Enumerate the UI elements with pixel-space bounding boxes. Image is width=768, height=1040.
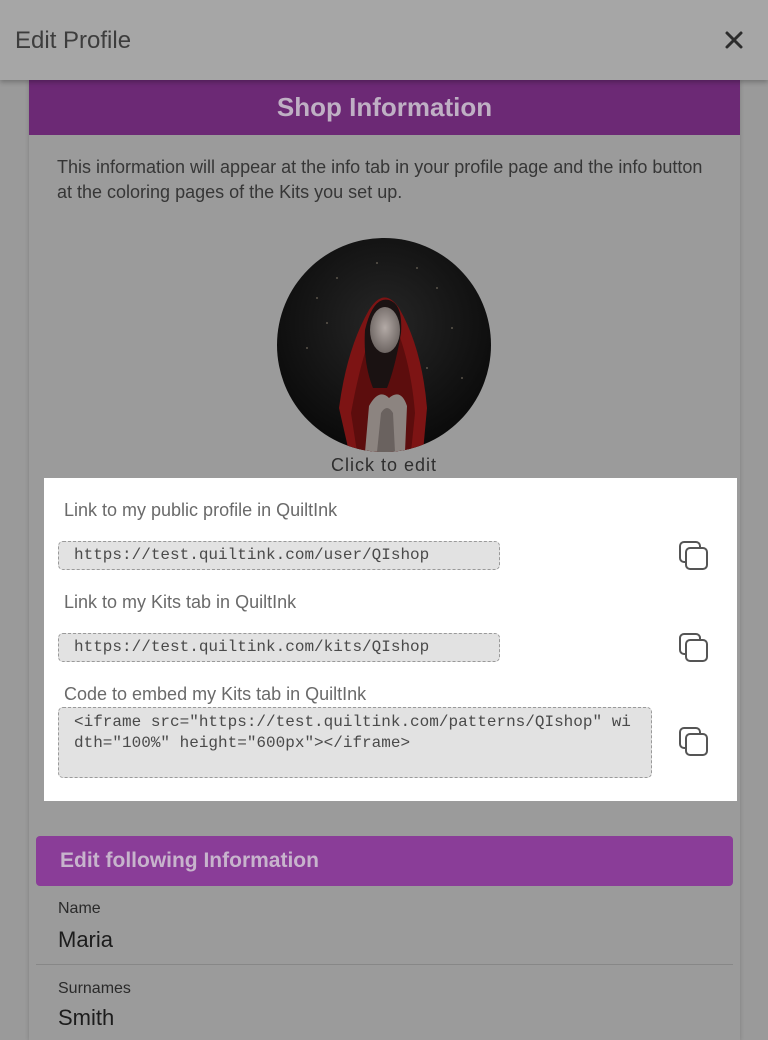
dialog-header: Edit Profile (0, 0, 768, 80)
edit-info-title: Edit following Information (60, 849, 319, 872)
name-field[interactable]: Maria (58, 927, 113, 953)
close-button[interactable] (720, 26, 748, 54)
copy-icon (679, 541, 708, 570)
surnames-field[interactable]: Smith (58, 1005, 114, 1031)
public-profile-link-label: Link to my public profile in QuiltInk (64, 500, 338, 520)
copy-kits-tab-link-button[interactable] (677, 631, 711, 665)
shop-info-header: Shop Information (29, 80, 740, 135)
profile-avatar[interactable] (277, 238, 491, 452)
kits-tab-link-label: Link to my Kits tab in QuiltInk (64, 592, 297, 612)
avatar-edit-hint: Click to edit (330, 455, 438, 475)
kits-tab-link-field[interactable]: https://test.quiltink.com/kits/QIshop (58, 633, 500, 662)
name-field-divider (36, 964, 733, 965)
dialog-title: Edit Profile (15, 27, 132, 54)
copy-embed-code-button[interactable] (677, 725, 711, 759)
profile-links-panel: Link to my public profile in QuiltInk ht… (44, 478, 737, 801)
surnames-field-label: Surnames (58, 980, 131, 997)
embed-code-label: Code to embed my Kits tab in QuiltInk (64, 684, 367, 704)
shop-info-description: This information will appear at the info… (57, 157, 703, 202)
shop-info-title: Shop Information (276, 92, 493, 122)
name-field-label: Name (58, 900, 101, 917)
copy-public-profile-link-button[interactable] (677, 539, 711, 573)
close-icon (725, 31, 743, 49)
embed-code-field[interactable]: <iframe src="https://test.quiltink.com/p… (58, 707, 652, 778)
edit-info-header: Edit following Information (36, 836, 733, 886)
avatar-image (277, 238, 491, 452)
copy-icon (679, 633, 708, 662)
copy-icon (679, 727, 708, 756)
public-profile-link-field[interactable]: https://test.quiltink.com/user/QIshop (58, 541, 500, 570)
